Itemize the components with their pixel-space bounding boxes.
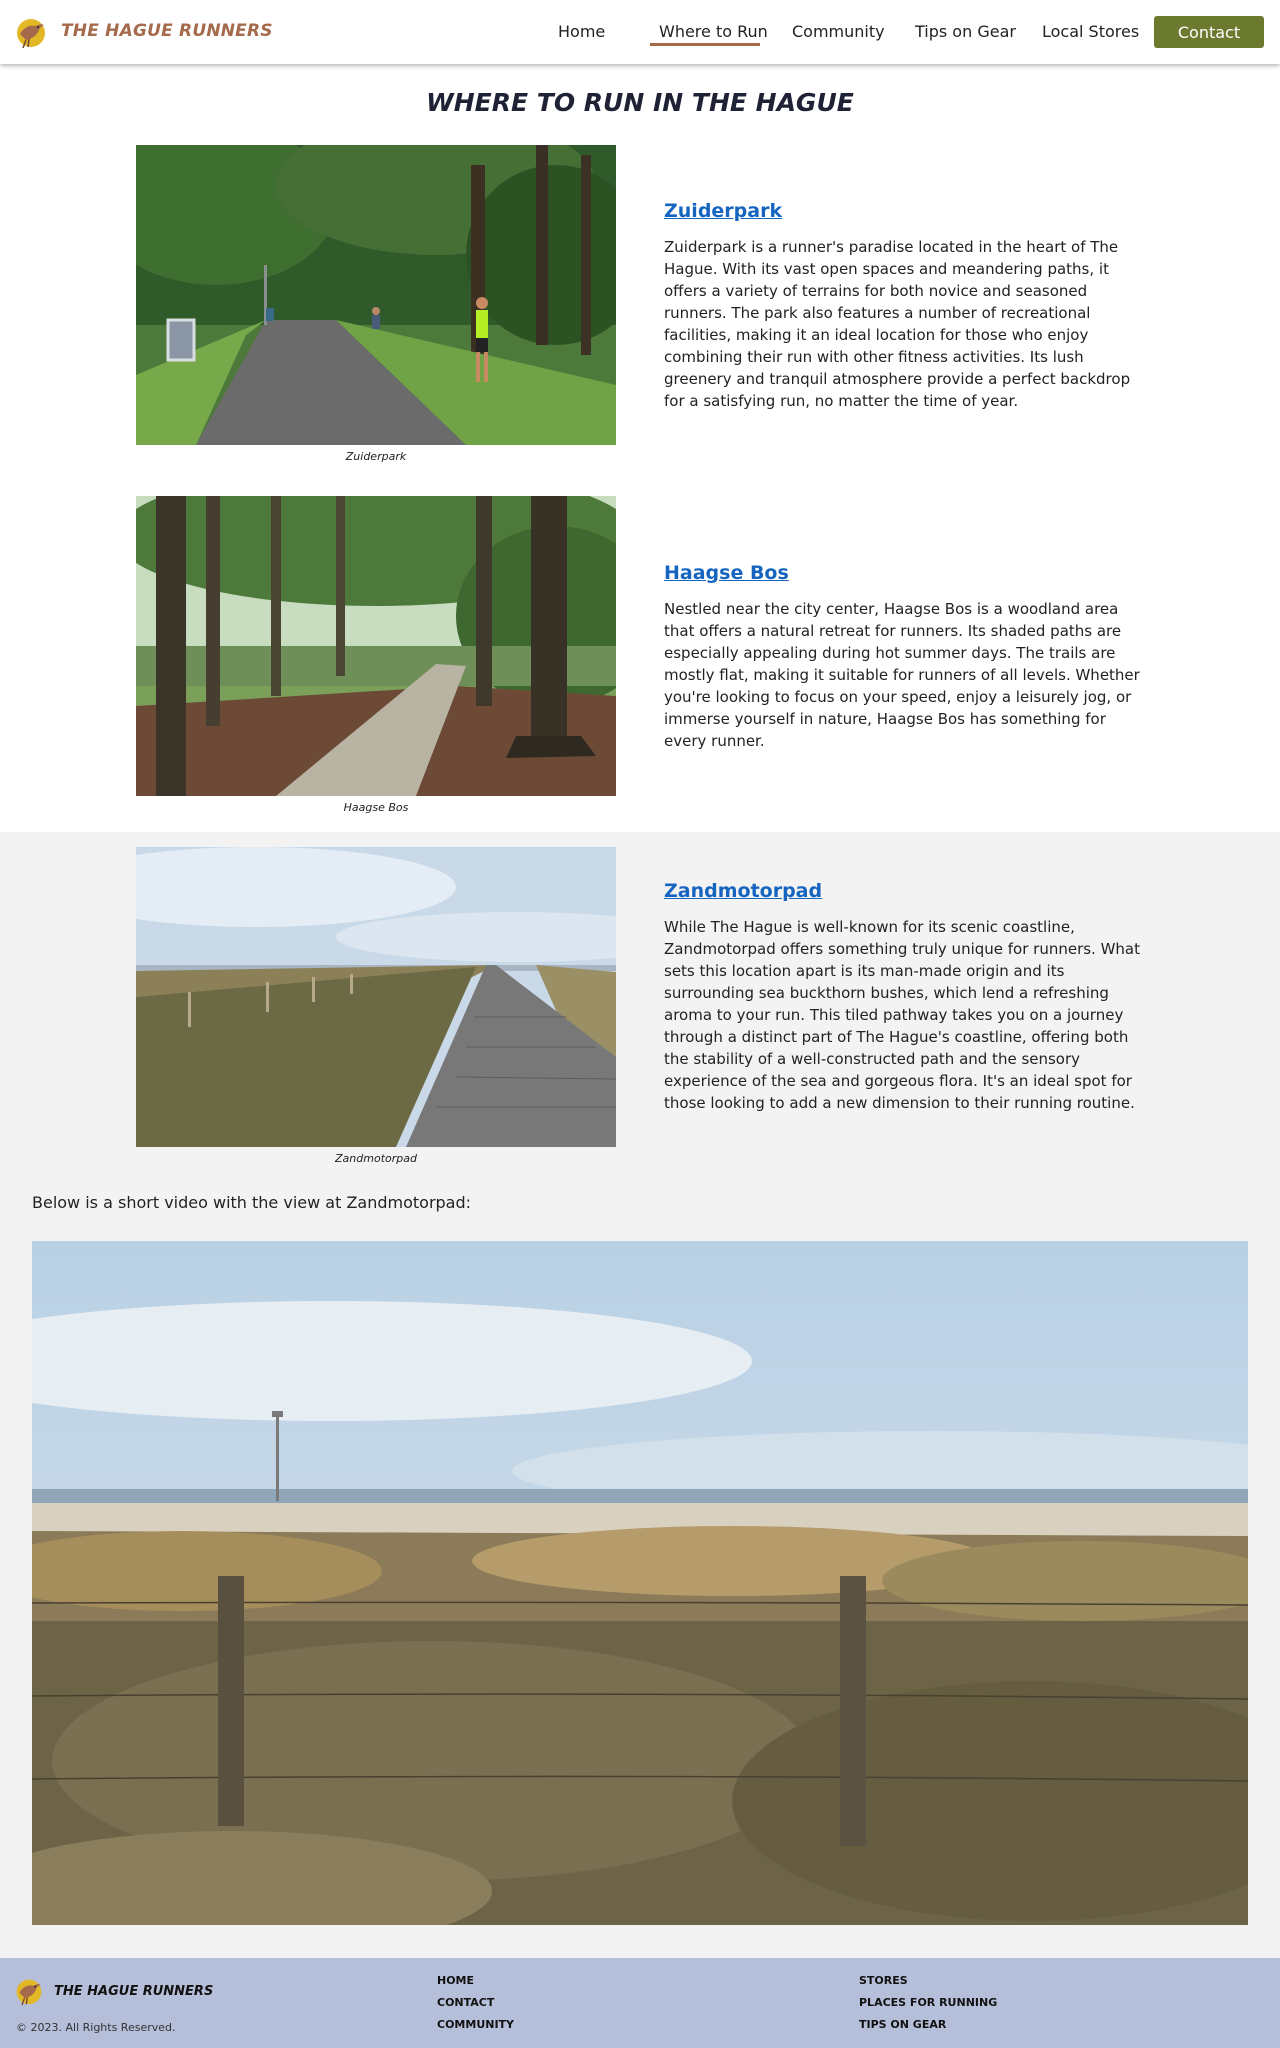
site-header: THE HAGUE RUNNERS Home Where to Run Comm… [0, 0, 1280, 64]
footer-link-home[interactable]: HOME [437, 1974, 474, 1987]
video-intro: Below is a short video with the view at … [32, 1193, 472, 1212]
nav-local-stores[interactable]: Local Stores [1042, 22, 1139, 41]
zandmotorpad-photo [136, 847, 616, 1147]
footer-link-stores[interactable]: STORES [859, 1974, 908, 1987]
haagse-bos-link[interactable]: Haagse Bos [664, 562, 789, 584]
page-title: WHERE TO RUN IN THE HAGUE [426, 88, 854, 117]
contact-button[interactable]: Contact [1154, 16, 1264, 48]
brand-name[interactable]: THE HAGUE RUNNERS [61, 21, 273, 41]
active-nav-underline [650, 43, 760, 46]
footer-brand: THE HAGUE RUNNERS [54, 1984, 214, 1999]
zandmotorpad-video[interactable] [32, 1241, 1248, 1925]
nav-community[interactable]: Community [792, 22, 885, 41]
haagse-bos-photo [136, 496, 616, 796]
zuiderpark-description: Zuiderpark is a runner's paradise locate… [664, 238, 1131, 410]
bird-logo-icon[interactable] [14, 14, 48, 50]
zandmotorpad-link[interactable]: Zandmotorpad [664, 880, 822, 902]
footer-link-tips-on-gear[interactable]: TIPS ON GEAR [859, 2018, 946, 2031]
haagse-bos-caption: Haagse Bos [343, 801, 409, 814]
zuiderpark-link[interactable]: Zuiderpark [664, 200, 782, 222]
footer-copyright: © 2023. All Rights Reserved. [16, 2021, 176, 2034]
footer-link-places-for-running[interactable]: PLACES FOR RUNNING [859, 1996, 997, 2009]
footer-bird-logo-icon[interactable] [14, 1975, 44, 2007]
nav-tips-on-gear[interactable]: Tips on Gear [915, 22, 1016, 41]
zuiderpark-photo [136, 145, 616, 445]
zuiderpark-caption: Zuiderpark [345, 450, 407, 463]
footer-link-community[interactable]: COMMUNITY [437, 2018, 514, 2031]
nav-home[interactable]: Home [558, 22, 605, 41]
nav-where-to-run[interactable]: Where to Run [659, 22, 768, 41]
zandmotorpad-caption: Zandmotorpad [335, 1152, 417, 1165]
site-footer: THE HAGUE RUNNERS © 2023. All Rights Res… [0, 1958, 1280, 2048]
zandmotorpad-description: While The Hague is well-known for its sc… [664, 918, 1141, 1112]
haagse-bos-description: Nestled near the city center, Haagse Bos… [664, 600, 1140, 750]
footer-link-contact[interactable]: CONTACT [437, 1996, 494, 2009]
